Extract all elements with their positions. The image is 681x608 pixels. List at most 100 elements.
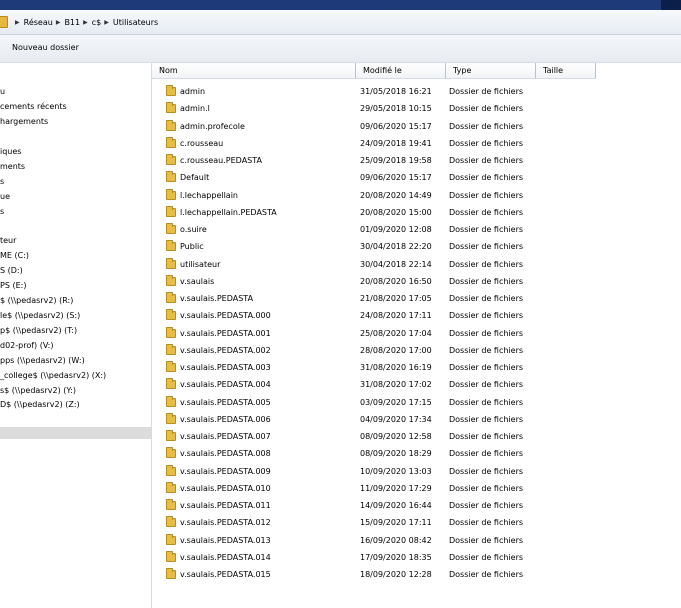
file-row[interactable]: l.lechappellain.PEDASTA 20/08/2020 15:00 D… (152, 204, 681, 221)
nav-item[interactable]: p$ (\\pedasrv2) (T:) (0, 326, 77, 335)
file-name: v.saulais.PEDASTA.002 (180, 345, 271, 355)
file-row[interactable]: v.saulais.PEDASTA 21/08/2020 17:05 Dossier… (152, 290, 681, 307)
nav-item[interactable]: s (0, 177, 4, 186)
breadcrumb-item[interactable]: Réseau (24, 18, 53, 27)
folder-icon (166, 85, 176, 96)
file-type: Dossier de fichiers (449, 380, 524, 390)
nav-item[interactable]: ments (0, 162, 25, 171)
chevron-right-icon[interactable]: ▶ (83, 19, 88, 26)
breadcrumb-item[interactable]: Utilisateurs (113, 18, 158, 27)
file-name: admin.l (180, 104, 210, 114)
nav-item[interactable]: d02-prof) (V:) (0, 341, 53, 350)
breadcrumb-item[interactable]: c$ (92, 18, 102, 27)
file-name: v.saulais.PEDASTA.014 (180, 552, 271, 562)
file-row[interactable]: admin.profecole 09/06/2020 15:17 Dossier d… (152, 118, 681, 135)
nav-item[interactable]: le$ (\\pedasrv2) (S:) (0, 311, 80, 320)
file-modified: 01/09/2020 12:08 (360, 225, 432, 234)
file-name: v.saulais.PEDASTA.003 (180, 363, 271, 372)
folder-icon (166, 378, 176, 390)
nav-item[interactable]: teur (0, 236, 16, 245)
file-row[interactable]: v.saulais.PEDASTA.015 18/09/2020 12:28 Dos… (152, 566, 681, 583)
chevron-right-icon[interactable]: ▶ (15, 19, 20, 26)
folder-icon (166, 240, 176, 252)
file-type: Dossier de fichiers (449, 242, 524, 252)
nav-item[interactable]: pps (\\pedasrv2) (W:) (0, 356, 85, 365)
file-row[interactable]: v.saulais.PEDASTA.000 24/08/2020 17:11 Dos… (152, 307, 681, 324)
file-row[interactable]: v.saulais.PEDASTA.007 08/09/2020 12:58 Dos… (152, 428, 681, 445)
file-name: v.saulais.PEDASTA.009 (180, 466, 271, 476)
file-row[interactable]: v.saulais.PEDASTA.011 14/09/2020 16:44 Dos… (152, 497, 681, 514)
nav-item[interactable]: PS (E:) (0, 281, 26, 290)
file-row[interactable]: admin.l 29/05/2018 10:15 Dossier de fichie… (152, 100, 681, 117)
file-row[interactable]: v.saulais.PEDASTA.014 17/09/2020 18:35 Dos… (152, 549, 681, 566)
file-type: Dossier de fichiers (449, 190, 524, 200)
file-row[interactable]: utilisateur 30/04/2018 22:14 Dossier de fi… (152, 256, 681, 273)
nav-item[interactable]: s (0, 207, 4, 216)
file-type: Dossier de fichiers (449, 535, 524, 545)
column-header-size[interactable]: Taille (536, 63, 596, 79)
folder-icon (166, 533, 176, 545)
file-row[interactable]: v.saulais.PEDASTA.003 31/08/2020 16:19 Dos… (152, 359, 681, 376)
file-type: Dossier de fichiers (449, 121, 524, 131)
new-folder-button[interactable]: Nouveau dossier (12, 43, 79, 52)
file-type: Dossier de fichiers (449, 466, 524, 476)
file-type: Dossier de fichiers (449, 87, 524, 96)
file-row[interactable]: v.saulais.PEDASTA.010 11/09/2020 17:29 Dos… (152, 480, 681, 497)
file-row[interactable]: Public 30/04/2018 22:20 Dossier de fichier… (152, 238, 681, 255)
file-modified: 08/09/2020 12:58 (360, 432, 432, 441)
file-row[interactable]: l.lechappellain 20/08/2020 14:49 Dossier d… (152, 187, 681, 204)
folder-icon (166, 430, 176, 441)
file-type: Dossier de fichiers (449, 276, 524, 286)
column-size-label: Taille (543, 66, 564, 75)
file-row[interactable]: v.saulais.PEDASTA.013 16/09/2020 08:42 Dos… (152, 532, 681, 549)
column-header-type[interactable]: Type (446, 63, 536, 79)
file-name: v.saulais.PEDASTA.001 (180, 328, 271, 338)
file-name: v.saulais.PEDASTA.007 (180, 432, 271, 441)
nav-item[interactable]: iques (0, 147, 21, 156)
file-name: v.saulais (180, 276, 215, 286)
file-row[interactable]: v.saulais.PEDASTA.008 08/09/2020 18:29 Dos… (152, 445, 681, 462)
file-row[interactable]: o.suire 01/09/2020 12:08 Dossier de fichie… (152, 221, 681, 238)
nav-item[interactable]: hargements (0, 117, 48, 126)
file-row[interactable]: v.saulais 20/08/2020 16:50 Dossier de fich… (152, 273, 681, 290)
file-modified: 20/08/2020 15:00 (360, 207, 432, 217)
file-type: Dossier de fichiers (449, 483, 524, 493)
nav-item[interactable]: cements récents (0, 102, 67, 111)
column-header-modified[interactable]: Modifié le (356, 63, 446, 79)
file-row[interactable]: Default 09/06/2020 15:17 Dossier de fichie… (152, 169, 681, 186)
nav-item[interactable]: _college$ (\\pedasrv2) (X:) (0, 371, 106, 380)
column-header-name[interactable]: Nom ^ (152, 63, 356, 79)
file-modified: 15/09/2020 17:11 (360, 518, 432, 528)
address-bar[interactable]: ▶ Réseau ▶ B11 ▶ c$ ▶ Utilisateurs (0, 10, 681, 35)
chevron-right-icon[interactable]: ▶ (56, 19, 61, 26)
nav-item[interactable]: u (0, 87, 5, 96)
nav-item[interactable]: S (D:) (0, 266, 23, 275)
file-row[interactable]: v.saulais.PEDASTA.001 25/08/2020 17:04 Dos… (152, 325, 681, 342)
breadcrumb-item[interactable]: B11 (64, 18, 80, 27)
file-row[interactable]: v.saulais.PEDASTA.005 03/09/2020 17:15 Dos… (152, 394, 681, 411)
chevron-right-icon[interactable]: ▶ (104, 19, 109, 26)
file-type: Dossier de fichiers (449, 363, 524, 372)
nav-item[interactable]: s$ (\\pedasrv2) (Y:) (0, 386, 76, 395)
folder-icon (166, 119, 176, 131)
file-row[interactable]: admin 31/05/2018 16:21 Dossier de fichiers (152, 83, 681, 100)
file-modified: 25/09/2018 19:58 (360, 156, 432, 165)
file-name: v.saulais.PEDASTA.005 (180, 397, 271, 407)
file-name: Default (180, 173, 210, 183)
file-row[interactable]: v.saulais.PEDASTA.004 31/08/2020 17:02 Dos… (152, 376, 681, 393)
file-type: Dossier de fichiers (449, 518, 524, 528)
folder-icon (166, 136, 176, 148)
file-row[interactable]: v.saulais.PEDASTA.002 28/08/2020 17:00 Dos… (152, 342, 681, 359)
folder-icon (166, 292, 176, 303)
file-row[interactable]: c.rousseau 24/09/2018 19:41 Dossier de fic… (152, 135, 681, 152)
nav-item[interactable]: $ (\\pedasrv2) (R:) (0, 296, 73, 305)
file-row[interactable]: v.saulais.PEDASTA.006 04/09/2020 17:34 Dos… (152, 411, 681, 428)
nav-item[interactable]: ME (C:) (0, 251, 29, 260)
file-modified: 29/05/2018 10:15 (360, 104, 432, 114)
nav-item[interactable]: ue (0, 192, 10, 201)
nav-item[interactable]: D$ (\\pedasrv2) (Z:) (0, 400, 80, 409)
file-row[interactable]: v.saulais.PEDASTA.012 15/09/2020 17:11 Dos… (152, 514, 681, 531)
folder-icon (166, 188, 176, 200)
file-row[interactable]: v.saulais.PEDASTA.009 10/09/2020 13:03 Dos… (152, 463, 681, 480)
file-row[interactable]: c.rousseau.PEDASTA 25/09/2018 19:58 Dossie… (152, 152, 681, 169)
